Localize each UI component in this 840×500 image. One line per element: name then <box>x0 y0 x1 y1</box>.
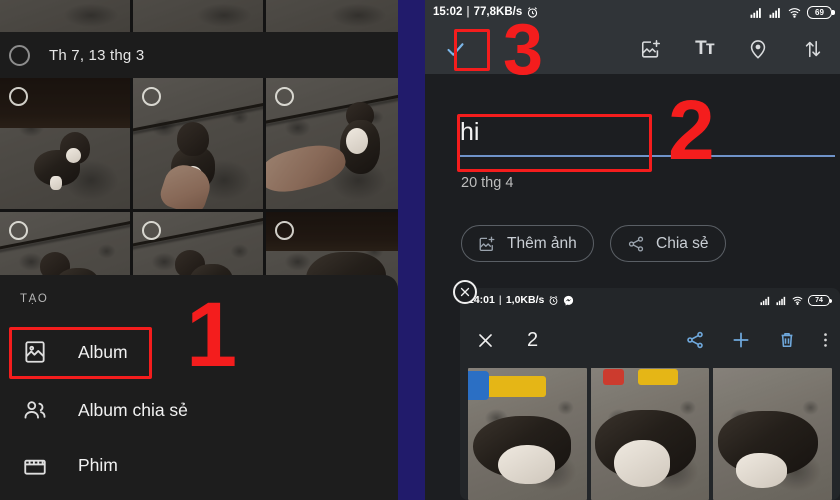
menu-item-label: Album chia sẻ <box>78 399 188 420</box>
photo-thumbnail[interactable] <box>590 368 710 500</box>
nested-battery-level: 74 <box>815 296 823 304</box>
nested-status-right: 74 <box>760 294 832 306</box>
circle-unchecked-icon[interactable] <box>275 87 294 106</box>
wifi-icon <box>788 6 801 19</box>
right-phone-panel: 15:02 | 77,8KB/s 69 Tт hi 20 thg 4 Thêm … <box>425 0 840 500</box>
photo-detail <box>602 369 624 386</box>
photo-thumbnail[interactable] <box>0 0 130 32</box>
toolbar-actions: Tт <box>640 38 824 60</box>
people-icon <box>22 397 48 423</box>
messenger-icon <box>563 295 574 306</box>
checkmark-icon[interactable] <box>445 39 466 60</box>
photo-image <box>133 0 263 32</box>
left-phone-panel: Th 7, 13 thg 3 TẠO Album Album chia sẻ P… <box>0 0 398 500</box>
sort-arrows-icon[interactable] <box>802 38 824 60</box>
status-time: 15:02 <box>433 6 463 18</box>
add-photo-icon[interactable] <box>640 38 662 60</box>
album-toolbar: Tт <box>425 24 840 74</box>
circle-unchecked-icon[interactable] <box>9 44 30 66</box>
share-icon[interactable] <box>685 330 705 350</box>
share-icon <box>627 235 645 253</box>
menu-item-animation[interactable]: Ảnh động <box>0 491 398 500</box>
status-bar: 15:02 | 77,8KB/s 69 <box>425 0 840 24</box>
nested-status-bar: 14:01 | 1,0KB/s 74 <box>460 288 840 312</box>
add-photos-label: Thêm ảnh <box>507 234 577 252</box>
photo-detail <box>638 369 679 386</box>
share-label: Chia sẻ <box>656 234 709 252</box>
circle-unchecked-icon[interactable] <box>9 87 28 106</box>
panel-divider <box>398 0 425 500</box>
photo-detail <box>468 370 490 400</box>
wifi-icon <box>792 295 803 306</box>
create-menu-sheet: TẠO Album Album chia sẻ Phim 1 <box>0 275 398 500</box>
location-pin-icon[interactable] <box>747 38 769 60</box>
photo-grid-row <box>0 78 398 209</box>
share-button[interactable]: Chia sẻ <box>610 225 726 262</box>
photo-thumbnail[interactable] <box>0 78 130 209</box>
screenshot-root: Th 7, 13 thg 3 TẠO Album Album chia sẻ P… <box>0 0 840 500</box>
annotation-number-3: 3 <box>503 10 544 90</box>
status-bar-right: 69 <box>750 5 835 19</box>
plus-icon[interactable] <box>731 330 751 350</box>
date-header-strip[interactable]: Th 7, 13 thg 3 <box>0 32 398 78</box>
nested-thumbnail-row <box>460 368 840 500</box>
photo-thumbnail[interactable] <box>133 0 263 32</box>
photo-thumbnail[interactable] <box>713 368 833 500</box>
text-format-icon[interactable]: Tт <box>695 38 715 60</box>
battery-indicator: 69 <box>807 5 835 19</box>
signal-bars-icon <box>760 295 771 306</box>
album-icon <box>22 339 48 365</box>
circle-unchecked-icon[interactable] <box>9 221 28 240</box>
battery-level: 69 <box>815 7 824 17</box>
nested-status-network-speed: 1,0KB/s <box>505 294 545 306</box>
add-photo-icon <box>478 235 496 253</box>
photo-thumbnail[interactable] <box>468 368 587 500</box>
status-separator: | <box>466 6 470 18</box>
nested-screenshot-card: 14:01 | 1,0KB/s 74 2 <box>460 288 840 500</box>
nested-status-separator: | <box>498 294 502 306</box>
nested-toolbar-actions <box>685 330 828 350</box>
date-label: Th 7, 13 thg 3 <box>49 46 145 64</box>
menu-item-label: Album <box>78 341 128 362</box>
photo-subject <box>718 408 830 490</box>
alarm-clock-icon <box>548 295 559 306</box>
circle-unchecked-icon[interactable] <box>275 221 294 240</box>
menu-item-shared-album[interactable]: Album chia sẻ <box>0 383 398 437</box>
annotation-number-1: 1 <box>186 284 238 386</box>
album-title-underline <box>460 155 835 157</box>
close-x-icon[interactable] <box>476 331 495 350</box>
photo-subject <box>472 415 587 493</box>
nested-battery-indicator: 74 <box>808 294 832 306</box>
nested-status-left: 14:01 | 1,0KB/s <box>468 294 574 306</box>
menu-item-movie[interactable]: Phim <box>0 438 398 492</box>
circle-unchecked-icon[interactable] <box>142 87 161 106</box>
movie-clapper-icon <box>22 452 48 478</box>
circle-unchecked-icon[interactable] <box>142 221 161 240</box>
album-title-input[interactable]: hi <box>460 118 828 147</box>
photo-subject <box>34 130 96 190</box>
trash-icon[interactable] <box>777 330 797 350</box>
close-circle-icon[interactable] <box>453 280 477 304</box>
photo-thumbnail[interactable] <box>133 78 263 209</box>
album-date-label: 20 thg 4 <box>461 175 514 191</box>
photo-grid-row-partial <box>0 0 398 32</box>
signal-bars-icon <box>776 295 787 306</box>
photo-thumbnail[interactable] <box>266 0 398 32</box>
add-photos-button[interactable]: Thêm ảnh <box>461 225 594 262</box>
photo-detail <box>484 375 547 398</box>
nested-selection-toolbar: 2 <box>460 316 840 364</box>
signal-bars-icon <box>750 6 763 19</box>
annotation-number-2: 2 <box>668 83 715 177</box>
signal-bars-icon <box>769 6 782 19</box>
photo-image <box>0 0 130 32</box>
menu-item-label: Phim <box>78 454 118 475</box>
photo-subject <box>593 405 707 492</box>
photo-image <box>266 0 398 32</box>
menu-section-title: TẠO <box>20 293 49 305</box>
photo-thumbnail[interactable] <box>266 78 398 209</box>
selected-count: 2 <box>527 328 539 351</box>
overflow-menu-icon[interactable] <box>823 330 828 350</box>
